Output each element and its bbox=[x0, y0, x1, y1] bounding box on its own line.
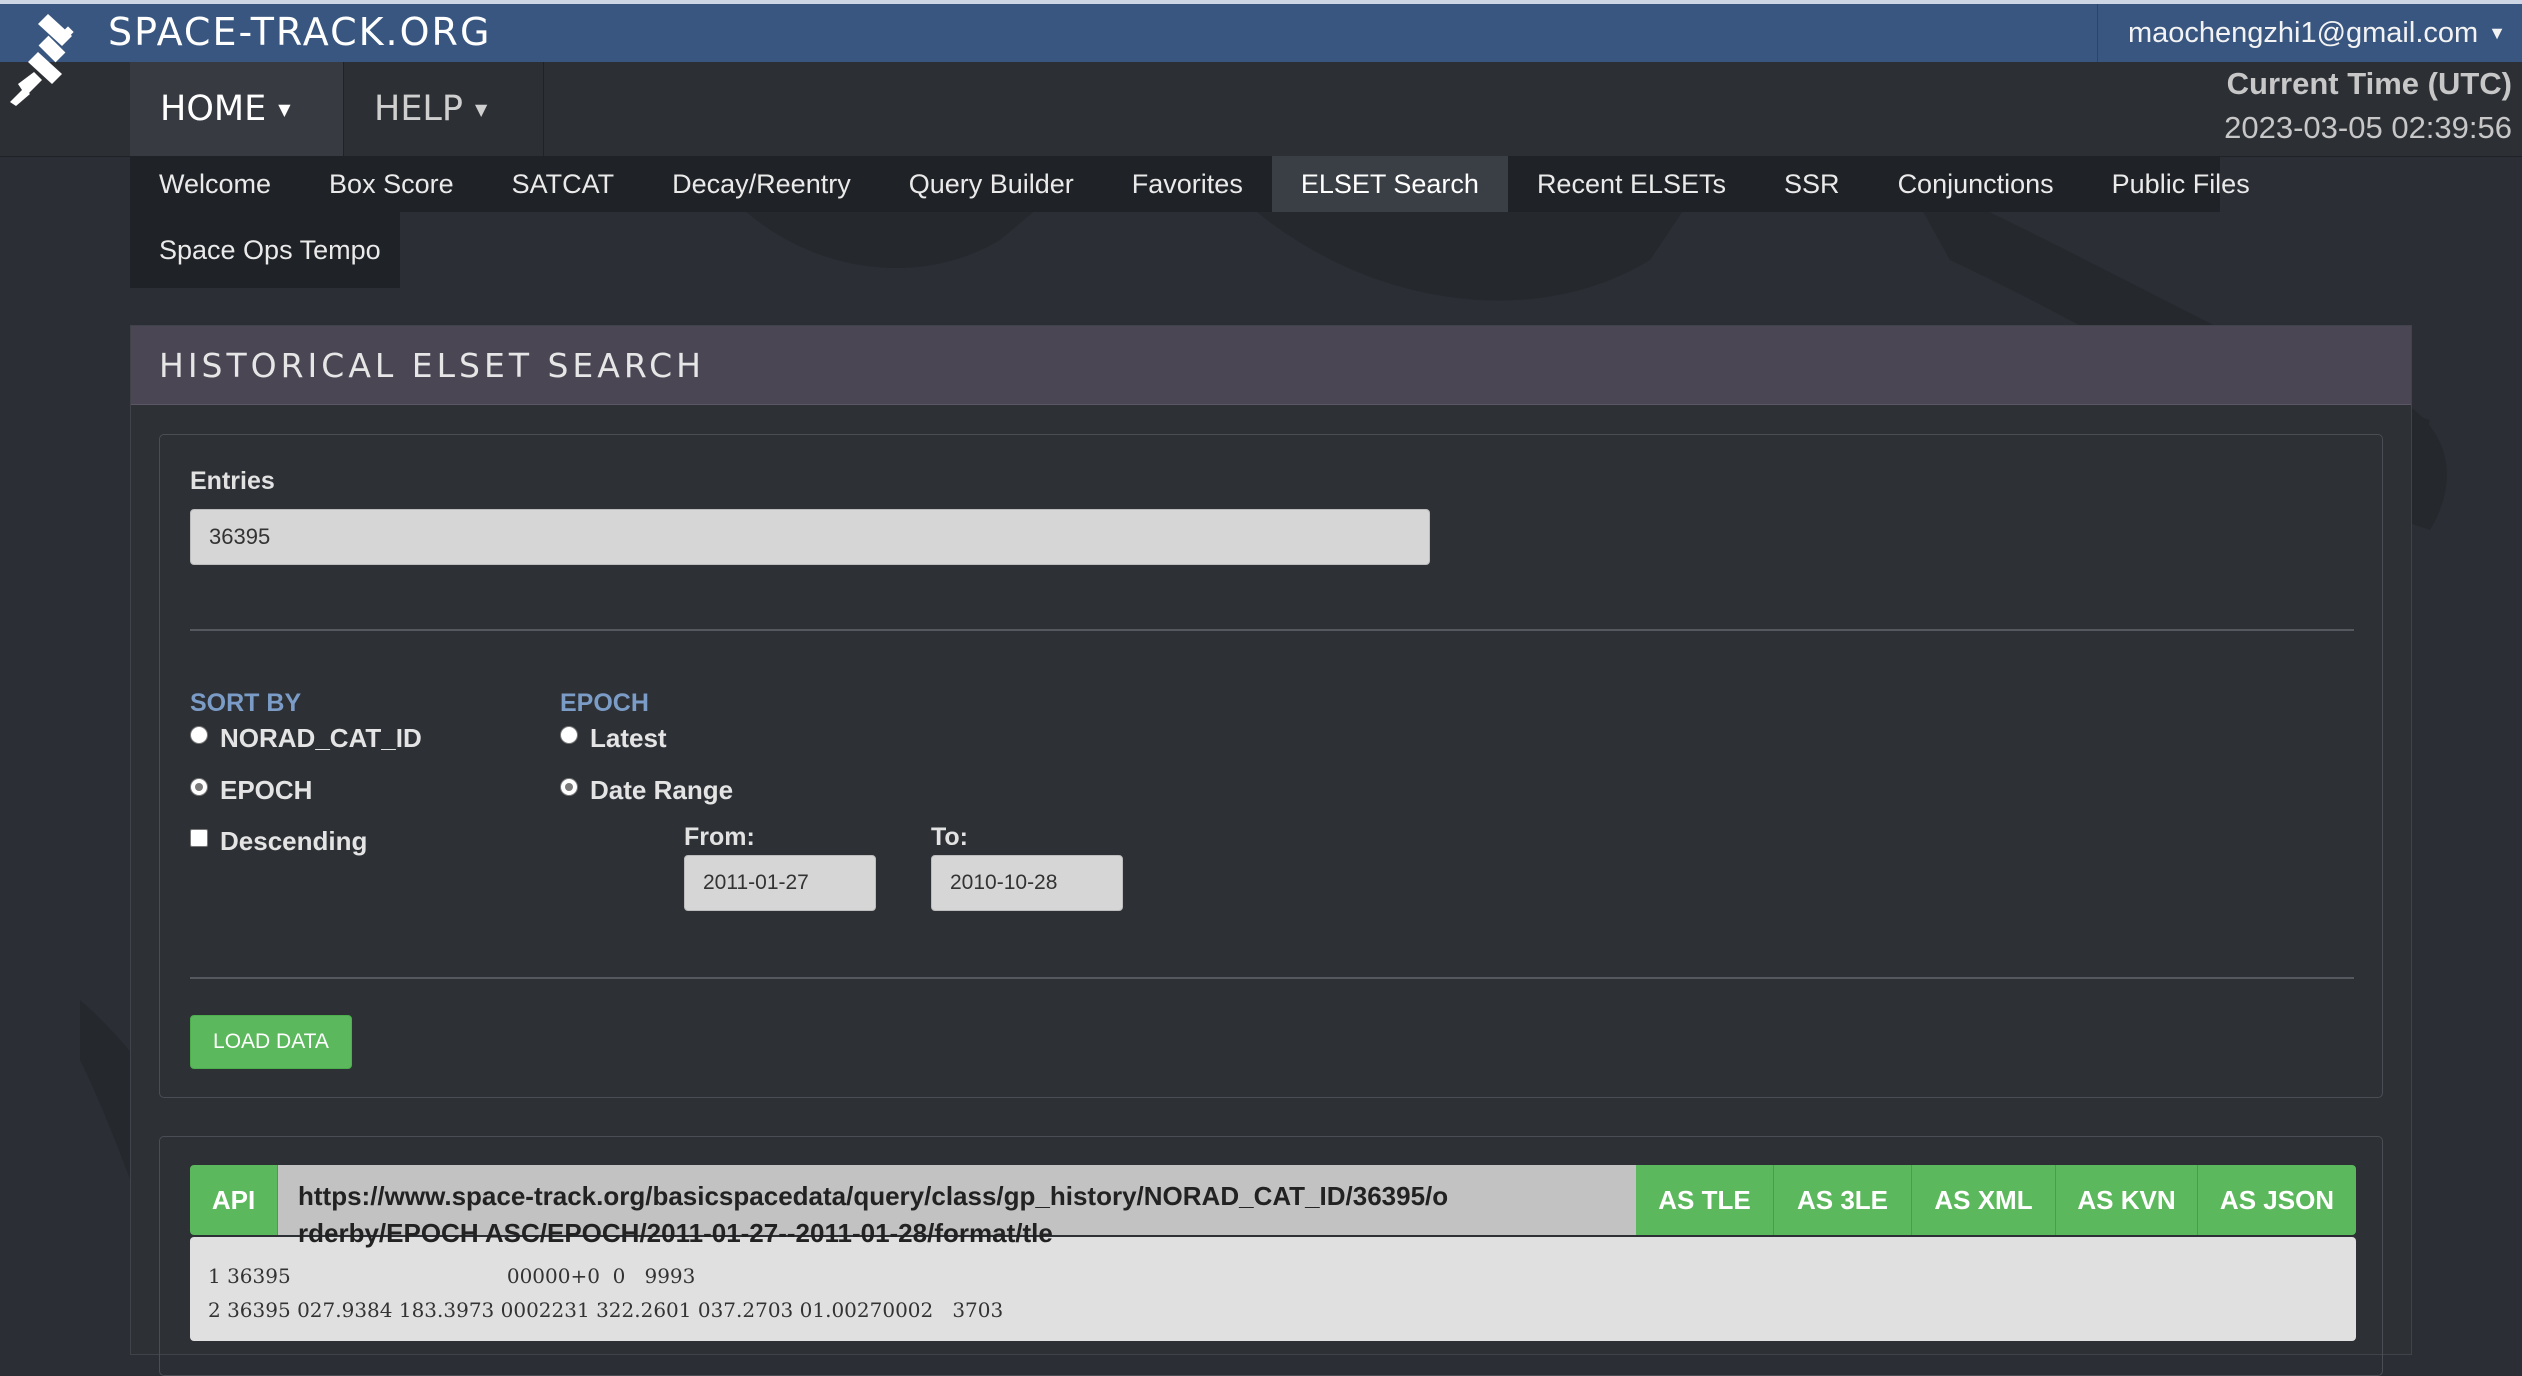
panel-title: HISTORICAL ELSET SEARCH bbox=[131, 326, 2411, 405]
tle-line-1: 1 36395 00000+0 0 9993 bbox=[208, 1264, 696, 1288]
nav-home-label: HOME bbox=[160, 89, 267, 129]
as-tle-button[interactable]: AS TLE bbox=[1636, 1165, 1774, 1235]
to-date-input[interactable] bbox=[931, 855, 1123, 911]
search-form: Entries SORT BY NORAD_CAT_ID EPOCH Desce… bbox=[159, 434, 2383, 1098]
nav-help-label: HELP bbox=[374, 89, 464, 129]
tab-welcome[interactable]: Welcome bbox=[130, 156, 300, 212]
tab-ssr[interactable]: SSR bbox=[1755, 156, 1869, 212]
descending-checkbox[interactable] bbox=[190, 828, 208, 847]
radio-button-checked[interactable] bbox=[190, 777, 208, 796]
tab-space-ops-tempo[interactable]: Space Ops Tempo bbox=[130, 212, 410, 288]
tab-elset-search[interactable]: ELSET Search bbox=[1271, 156, 1508, 212]
tab-conjunctions[interactable]: Conjunctions bbox=[1869, 156, 2083, 212]
descending-option[interactable]: Descending bbox=[190, 826, 367, 857]
caret-down-icon: ▼ bbox=[475, 99, 488, 119]
to-label: To: bbox=[931, 823, 969, 851]
results-section: API AS TLE AS 3LE AS XML AS KVN AS JSON … bbox=[159, 1136, 2383, 1376]
current-time-label: Current Time (UTC) bbox=[2226, 66, 2512, 101]
tle-output[interactable]: 1 36395 00000+0 0 9993 2 36395 027.9384 1… bbox=[190, 1237, 2356, 1341]
divider bbox=[190, 629, 2354, 631]
descending-label: Descending bbox=[220, 826, 368, 856]
subnav-row: Space Ops Tempo bbox=[130, 212, 400, 288]
as-json-button[interactable]: AS JSON bbox=[2198, 1165, 2356, 1235]
nav-help-dropdown[interactable]: HELP ▼ bbox=[344, 62, 544, 156]
tab-satcat[interactable]: SATCAT bbox=[483, 156, 644, 212]
from-label: From: bbox=[684, 823, 755, 851]
main-navbar: HOME ▼ HELP ▼ Current Time (UTC) 2023-03… bbox=[0, 62, 2522, 157]
as-kvn-button[interactable]: AS KVN bbox=[2056, 1165, 2198, 1235]
satellite-logo-icon[interactable] bbox=[10, 14, 100, 106]
radio-button[interactable] bbox=[190, 725, 208, 744]
radio-button[interactable] bbox=[560, 725, 578, 744]
epoch-latest-label: Latest bbox=[590, 723, 667, 753]
brand-name[interactable]: SPACE-TRACK.ORG bbox=[108, 10, 491, 54]
tab-public-files[interactable]: Public Files bbox=[2083, 156, 2279, 212]
epoch-date-range-label: Date Range bbox=[590, 775, 734, 805]
tle-line-2: 2 36395 027.9384 183.3973 0002231 322.26… bbox=[208, 1298, 1004, 1322]
sort-norad-label: NORAD_CAT_ID bbox=[220, 723, 422, 753]
sort-epoch-option[interactable]: EPOCH bbox=[190, 775, 312, 806]
as-xml-button[interactable]: AS XML bbox=[1912, 1165, 2056, 1235]
from-date-input[interactable] bbox=[684, 855, 876, 911]
user-email: maochengzhi1@gmail.com bbox=[2127, 16, 2479, 49]
tab-query-builder[interactable]: Query Builder bbox=[880, 156, 1103, 212]
caret-down-icon: ▼ bbox=[278, 99, 291, 119]
load-data-button[interactable]: LOAD DATA bbox=[190, 1015, 352, 1069]
epoch-date-range-option[interactable]: Date Range bbox=[560, 775, 733, 806]
nav-home-dropdown[interactable]: HOME ▼ bbox=[130, 62, 344, 156]
entries-input[interactable] bbox=[190, 509, 1430, 565]
sort-by-title: SORT BY bbox=[190, 689, 302, 717]
api-button[interactable]: API bbox=[190, 1165, 278, 1235]
tab-favorites[interactable]: Favorites bbox=[1103, 156, 1272, 212]
epoch-latest-option[interactable]: Latest bbox=[560, 723, 667, 754]
sub-navigation: Welcome Box Score SATCAT Decay/Reentry Q… bbox=[130, 156, 2250, 288]
current-time-value: 2023-03-05 02:39:56 bbox=[2224, 110, 2512, 145]
api-url-text[interactable]: https://www.space-track.org/basicspaceda… bbox=[298, 1178, 1458, 1252]
sort-epoch-label: EPOCH bbox=[220, 775, 313, 805]
user-menu[interactable]: maochengzhi1@gmail.com ▼ bbox=[2096, 4, 2522, 62]
subnav-row: Welcome Box Score SATCAT Decay/Reentry Q… bbox=[130, 156, 2250, 212]
epoch-title: EPOCH bbox=[560, 689, 649, 717]
sort-norad-option[interactable]: NORAD_CAT_ID bbox=[190, 723, 422, 754]
tab-recent-elsets[interactable]: Recent ELSETs bbox=[1508, 156, 1755, 212]
divider bbox=[190, 977, 2354, 979]
as-3le-button[interactable]: AS 3LE bbox=[1774, 1165, 1912, 1235]
radio-button-checked[interactable] bbox=[560, 777, 578, 796]
tab-decay-reentry[interactable]: Decay/Reentry bbox=[643, 156, 880, 212]
tab-box-score[interactable]: Box Score bbox=[300, 156, 483, 212]
caret-down-icon: ▼ bbox=[2488, 22, 2506, 43]
entries-label: Entries bbox=[190, 467, 275, 495]
top-bar: SPACE-TRACK.ORG maochengzhi1@gmail.com ▼ bbox=[0, 0, 2522, 62]
current-time: Current Time (UTC) 2023-03-05 02:39:56 bbox=[2224, 66, 2512, 146]
